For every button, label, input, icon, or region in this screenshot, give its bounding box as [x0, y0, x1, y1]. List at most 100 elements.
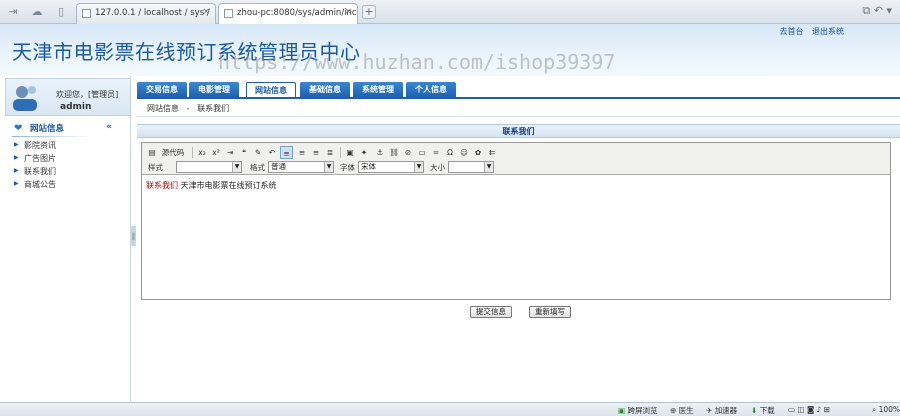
status-label: 跨屏浏览: [627, 406, 658, 415]
horizontal-rule-icon[interactable]: ═: [430, 146, 442, 159]
smiley-icon[interactable]: ☺: [458, 146, 470, 159]
sidebar-item-announcement[interactable]: ▶ 商城公告: [14, 179, 56, 190]
link-icon[interactable]: ⛓: [388, 146, 400, 159]
new-tab-button[interactable]: +: [362, 5, 376, 19]
chevron-down-icon: ▼: [324, 162, 333, 172]
align-justify-icon[interactable]: ≣: [324, 146, 336, 159]
breadcrumb: 网站信息 - 联系我们: [147, 103, 229, 114]
submit-button[interactable]: 提交信息: [470, 306, 512, 318]
breadcrumb-parent[interactable]: 网站信息: [147, 104, 179, 113]
toolbar-row-2: 样式 ▼ 格式 普通 ▼ 字体 宋体 ▼ 大小 ▼: [146, 161, 886, 175]
subscript-icon[interactable]: x₂: [196, 146, 208, 159]
superscript-icon[interactable]: x²: [210, 146, 222, 159]
browser-tab-2[interactable]: zhou-pc:8080/sys/admin/inc ×: [218, 3, 358, 24]
style-label: 样式: [148, 163, 163, 172]
panel-title: 联系我们: [137, 124, 900, 138]
close-icon[interactable]: ×: [202, 7, 210, 17]
window-controls-icon[interactable]: ⧉ ↶ ▾: [862, 4, 892, 18]
doctor-icon: ⊕: [670, 406, 677, 415]
screen-icon: ▣: [618, 406, 626, 415]
sidebar-item-label: 广告图片: [24, 154, 56, 163]
download-item[interactable]: ⬇ 下载: [751, 405, 775, 416]
align-left-icon[interactable]: ≡: [280, 146, 293, 159]
tab-system[interactable]: 系统管理: [353, 82, 403, 98]
editor-content[interactable]: 联系我们 天津市电影票在线预订系统: [142, 176, 890, 299]
style-select[interactable]: ▼: [176, 161, 242, 173]
status-bar: ▣ 跨屏浏览 ⊕ 医生 ✈ 加速器 ⬇ 下载 ▭ ◫ ◙ ♪ ⊞ ⌕ 100%: [0, 402, 900, 416]
tab-profile[interactable]: 个人信息: [406, 82, 456, 98]
align-center-icon[interactable]: ≡: [296, 146, 308, 159]
format-select[interactable]: 普通 ▼: [268, 161, 334, 173]
menu-header[interactable]: ❤ 网站信息 «: [12, 122, 112, 136]
download-icon: ⬇: [751, 406, 758, 415]
sidebar-splitter[interactable]: ‖: [131, 226, 136, 246]
main-content: 交易信息 电影管理 网站信息 基础信息 系统管理 个人信息 网站信息 - 联系我…: [137, 76, 900, 402]
sidebar-item-ads[interactable]: ▶ 广告图片: [14, 153, 56, 164]
undo-icon[interactable]: ↶: [266, 146, 278, 159]
home-link[interactable]: 去首台: [779, 27, 803, 36]
blockquote-icon[interactable]: ❝: [238, 146, 250, 159]
sidebar-item-label: 商城公告: [24, 180, 56, 189]
sidebar-item-news[interactable]: ▶ 影院资讯: [14, 140, 56, 151]
collapse-icon[interactable]: «: [106, 122, 112, 132]
size-label: 大小: [430, 163, 445, 172]
user-box: 欢迎您，[管理员] admin: [5, 78, 131, 116]
trash-icon[interactable]: ▯: [54, 5, 68, 19]
align-right-icon[interactable]: ≡: [310, 146, 322, 159]
page-header: 天津市电影票在线预订系统管理员中心 https://www.huzhan.com…: [0, 24, 900, 76]
zoom-label: 100%: [878, 405, 900, 414]
breadcrumb-current: 联系我们: [197, 104, 230, 113]
page-icon: [224, 9, 233, 18]
accelerator-icon: ✈: [706, 406, 713, 415]
menu-divider: [12, 136, 92, 137]
anchor-icon[interactable]: ⚓: [374, 146, 386, 159]
reset-button[interactable]: 重新填写: [529, 306, 571, 318]
accelerator-item[interactable]: ✈ 加速器: [706, 405, 737, 416]
arrow-right-icon: ▶: [14, 167, 19, 174]
top-links: 去首台 退出系统: [773, 26, 844, 37]
unlink-icon[interactable]: ⊘: [402, 146, 414, 159]
username: admin: [60, 102, 92, 112]
font-select[interactable]: 宋体 ▼: [358, 161, 424, 173]
forward-icon[interactable]: ⇥: [6, 5, 20, 19]
image-icon[interactable]: ▣: [344, 146, 356, 159]
form-actions: 提交信息 重新填写: [137, 306, 900, 320]
table-icon[interactable]: ▭: [416, 146, 428, 159]
close-icon[interactable]: ×: [344, 7, 352, 17]
browser-chrome: ⇥ ☁ ▯ 127.0.0.1 / localhost / sys / × zh…: [0, 0, 900, 24]
chevron-down-icon: ▼: [232, 162, 241, 172]
special-char-icon[interactable]: Ω: [444, 146, 456, 159]
tab-movies[interactable]: 电影管理: [189, 82, 239, 98]
tab-basic-info[interactable]: 基础信息: [300, 82, 350, 98]
format-value: 普通: [271, 162, 286, 171]
status-icons[interactable]: ▭ ◫ ◙ ♪ ⊞: [788, 405, 830, 414]
browser-tab-1[interactable]: 127.0.0.1 / localhost / sys / ×: [76, 3, 216, 24]
flash-icon[interactable]: ✦: [358, 146, 370, 159]
format-painter-icon[interactable]: ✎: [252, 146, 264, 159]
avatar: [13, 86, 37, 111]
zoom-level[interactable]: ⌕ 100%: [872, 405, 900, 415]
cloud-icon[interactable]: ☁: [30, 5, 44, 19]
toolbar-separator: [192, 147, 193, 158]
page-break-icon[interactable]: ⇇: [486, 146, 498, 159]
source-button[interactable]: 源代码: [158, 146, 188, 159]
toolbar-row-1: ▤ 源代码 x₂ x² ⇥ ❝ ✎ ↶ ≡ ≡ ≡ ≣ ▣ ✦ ⚓ ⛓ ⊘ ▭: [146, 146, 886, 160]
tabbar-underline: [137, 97, 900, 99]
size-select[interactable]: ▼: [448, 161, 494, 173]
source-icon[interactable]: ▤: [146, 146, 158, 159]
iframe-icon[interactable]: ✿: [472, 146, 484, 159]
tab-site-info[interactable]: 网站信息: [246, 82, 296, 98]
chevron-down-icon: ▼: [484, 162, 493, 172]
logout-link[interactable]: 退出系统: [812, 27, 844, 36]
status-label: 下载: [759, 406, 775, 415]
sidebar-item-contact[interactable]: ▶ 联系我们: [14, 166, 56, 177]
status-label: 医生: [678, 406, 694, 415]
sidebar: 欢迎您，[管理员] admin ❤ 网站信息 « ▶ 影院资讯 ▶ 广告图片 ▶…: [0, 76, 131, 402]
tray-icons: ▭ ◫ ◙ ♪ ⊞: [788, 405, 831, 414]
cross-screen-item[interactable]: ▣ 跨屏浏览: [618, 405, 657, 416]
indent-icon[interactable]: ⇥: [224, 146, 236, 159]
tab-transactions[interactable]: 交易信息: [137, 82, 187, 98]
doctor-item[interactable]: ⊕ 医生: [670, 405, 694, 416]
arrow-right-icon: ▶: [14, 180, 19, 187]
editor-toolbar: ▤ 源代码 x₂ x² ⇥ ❝ ✎ ↶ ≡ ≡ ≡ ≣ ▣ ✦ ⚓ ⛓ ⊘ ▭: [142, 143, 890, 175]
